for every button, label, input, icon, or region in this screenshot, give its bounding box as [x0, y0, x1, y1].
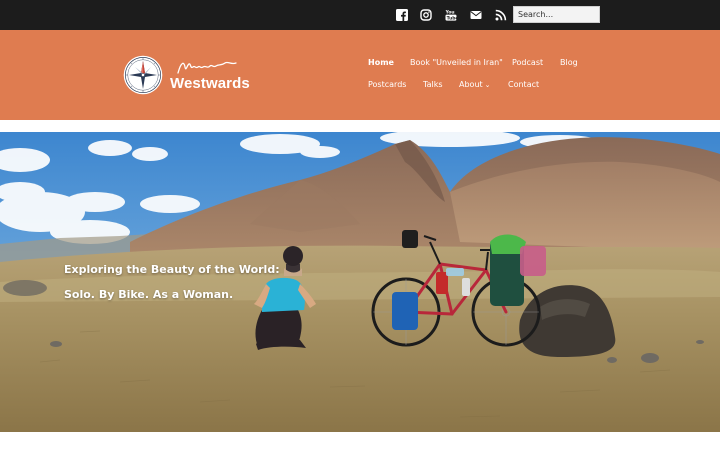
chevron-down-icon: ⌄ — [484, 81, 491, 89]
page-bottom-area — [0, 432, 720, 450]
svg-text:Tube: Tube — [447, 15, 457, 21]
instagram-icon[interactable] — [419, 8, 433, 22]
nav-blog[interactable]: Blog — [560, 58, 578, 68]
rss-icon[interactable] — [494, 8, 508, 22]
nav-about[interactable]: About ⌄ — [459, 80, 491, 90]
youtube-icon[interactable]: You Tube — [444, 8, 458, 22]
signature-icon — [177, 61, 237, 74]
search-input[interactable] — [513, 6, 600, 23]
nav-contact[interactable]: Contact — [508, 80, 539, 90]
email-icon[interactable] — [469, 8, 483, 22]
compass-logo-icon — [123, 55, 163, 95]
site-logo[interactable]: Westwards — [123, 55, 253, 97]
hero-landscape-image — [0, 132, 720, 432]
top-bar: You Tube — [0, 0, 720, 30]
nav-podcast[interactable]: Podcast — [512, 58, 543, 68]
nav-book-unveiled-in-iran[interactable]: Book "Unveiled in Iran" — [410, 58, 503, 68]
header-spacer — [0, 120, 720, 132]
nav-about-label: About — [459, 80, 483, 89]
nav-postcards[interactable]: Postcards — [368, 80, 406, 90]
hero-tagline-line1: Exploring the Beauty of the World: — [64, 263, 280, 276]
nav-talks[interactable]: Talks — [423, 80, 443, 90]
hero-tagline-line2: Solo. By Bike. As a Woman. — [64, 288, 234, 301]
hero-banner: Exploring the Beauty of the World: Solo.… — [0, 132, 720, 432]
facebook-icon[interactable] — [395, 8, 409, 22]
nav-home[interactable]: Home — [368, 58, 394, 68]
brand-name: Westwards — [170, 75, 250, 92]
site-header — [0, 30, 720, 120]
